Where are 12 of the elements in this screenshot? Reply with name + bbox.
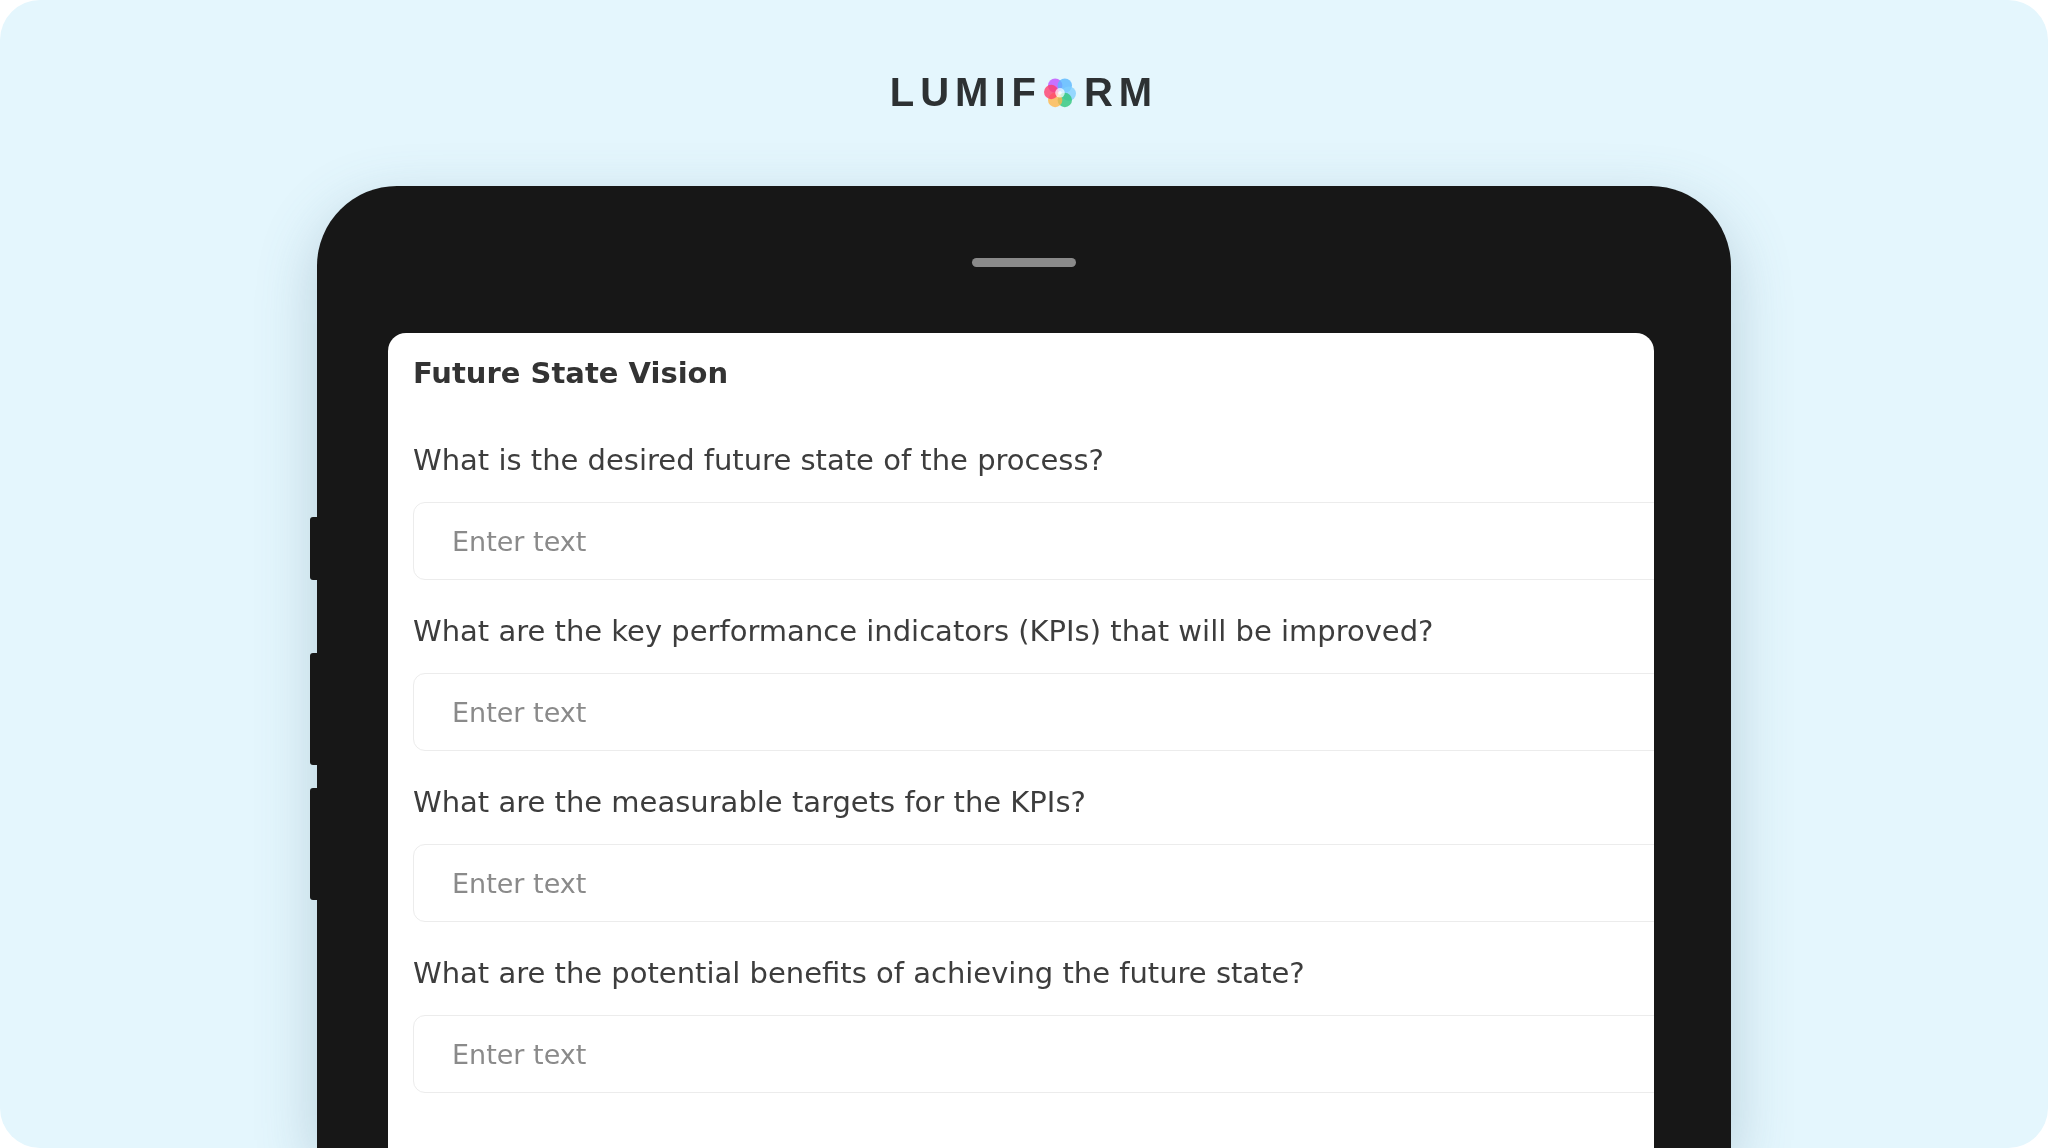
input-field[interactable]: Enter text — [413, 673, 1654, 751]
logo-text: RM — [1084, 69, 1159, 115]
logo-flower-icon — [1044, 76, 1076, 108]
form-title: Future State Vision — [413, 355, 730, 392]
logo-text: LUMIF — [889, 69, 1042, 115]
input-field[interactable]: Enter text — [413, 844, 1654, 922]
question-label: What is the desired future state of the process? — [413, 442, 1105, 479]
input-field[interactable]: Enter text — [413, 1015, 1654, 1093]
question-label: What are the potential benefits of achieving the future state? — [413, 955, 1306, 992]
question-label: What are the measurable targets for the KPIs? — [413, 784, 1087, 821]
input-field[interactable]: Enter text — [413, 502, 1654, 580]
question-label: What are the key performance indicators (KPIs) that will be improved? — [413, 613, 1435, 650]
